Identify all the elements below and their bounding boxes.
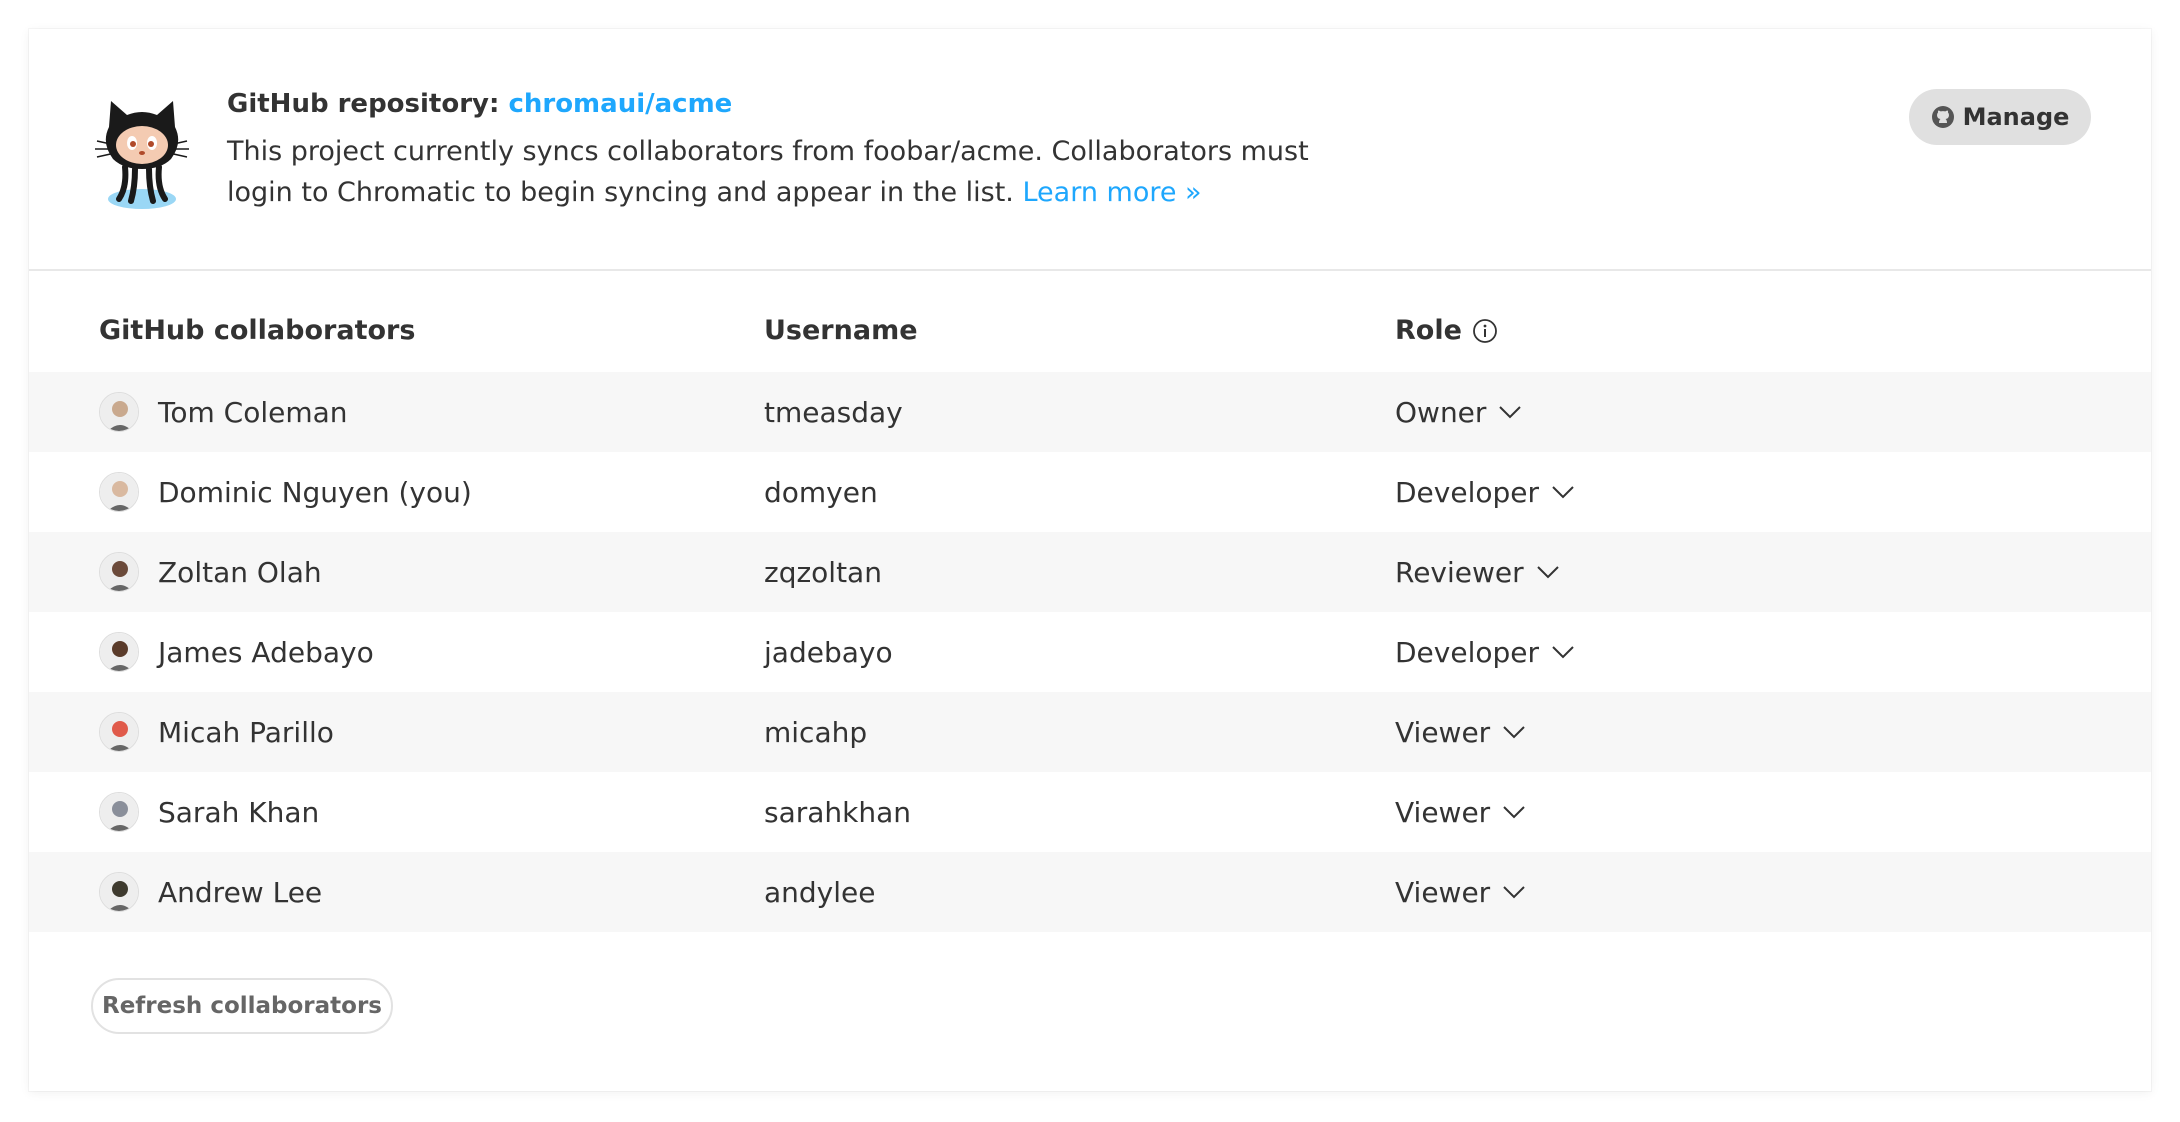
- table-row: Zoltan Olah zqzoltan Reviewer: [29, 532, 2151, 612]
- repo-description: This project currently syncs collaborato…: [227, 131, 1357, 213]
- avatar: [99, 632, 139, 672]
- collaborator-name: James Adebayo: [158, 635, 374, 669]
- avatar: [99, 472, 139, 512]
- avatar-image: [100, 633, 138, 671]
- role-value: Developer: [1395, 475, 1540, 509]
- avatar-face: [112, 641, 128, 657]
- role-dropdown[interactable]: Developer: [1395, 452, 1575, 532]
- refresh-collaborators-button[interactable]: Refresh collaborators: [91, 978, 393, 1034]
- collaborator-name: Dominic Nguyen (you): [158, 475, 472, 509]
- avatar-face: [112, 801, 128, 817]
- role-value: Viewer: [1395, 715, 1491, 749]
- role-value: Viewer: [1395, 875, 1491, 909]
- collaborator-name: Andrew Lee: [158, 875, 323, 909]
- role-value: Viewer: [1395, 795, 1491, 829]
- role-dropdown[interactable]: Viewer: [1395, 692, 1526, 772]
- avatar: [99, 392, 139, 432]
- role-dropdown[interactable]: Owner: [1395, 372, 1522, 452]
- avatar: [99, 712, 139, 752]
- chevron-down-icon: [1536, 566, 1559, 579]
- collaborator-username: sarahkhan: [764, 795, 912, 829]
- collaborators-card: GitHub repository: chromaui/acme This pr…: [29, 29, 2151, 1091]
- collaborator-name: Zoltan Olah: [158, 555, 322, 589]
- chevron-down-icon: [1503, 806, 1525, 819]
- chevron-down-icon: [1503, 726, 1525, 739]
- avatar-image: [100, 873, 138, 911]
- role-dropdown[interactable]: Viewer: [1395, 772, 1526, 852]
- column-header-role: Role: [1395, 315, 1498, 346]
- role-dropdown[interactable]: Viewer: [1395, 852, 1526, 932]
- column-header-username: Username: [764, 315, 918, 346]
- collaborator-username: jadebayo: [764, 635, 893, 669]
- repo-header: GitHub repository: chromaui/acme This pr…: [29, 29, 2151, 271]
- table-row: Dominic Nguyen (you) domyen Developer: [29, 452, 2151, 532]
- info-icon[interactable]: [1472, 318, 1498, 344]
- repo-link[interactable]: chromaui/acme: [508, 89, 732, 119]
- manage-button[interactable]: Manage: [1909, 89, 2091, 145]
- avatar-image: [100, 473, 138, 511]
- role-header-label: Role: [1395, 315, 1462, 346]
- avatar-image: [100, 793, 138, 831]
- table-row: Andrew Lee andylee Viewer: [29, 852, 2151, 932]
- role-dropdown[interactable]: Reviewer: [1395, 532, 1560, 612]
- octocat-icon: [95, 101, 189, 209]
- collaborator-username: domyen: [764, 475, 878, 509]
- chevron-down-icon: [1499, 406, 1522, 419]
- avatar-image: [100, 553, 138, 591]
- avatar-image: [100, 393, 138, 431]
- role-value: Owner: [1395, 395, 1487, 429]
- avatar: [99, 792, 139, 832]
- table-row: Sarah Khan sarahkhan Viewer: [29, 772, 2151, 852]
- collaborator-username: zqzoltan: [764, 555, 882, 589]
- collaborator-username: tmeasday: [764, 395, 903, 429]
- avatar-face: [112, 401, 128, 417]
- role-value: Developer: [1395, 635, 1540, 669]
- chevron-down-icon: [1552, 646, 1574, 659]
- column-header-collaborators: GitHub collaborators: [99, 315, 416, 346]
- learn-more-link[interactable]: Learn more »: [1022, 177, 1201, 208]
- collaborator-list: Tom Coleman tmeasday Owner Dominic Nguyen (…: [29, 372, 2151, 932]
- avatar-face: [112, 481, 128, 497]
- role-value: Reviewer: [1395, 555, 1524, 589]
- table-row: Micah Parillo micahp Viewer: [29, 692, 2151, 772]
- role-dropdown[interactable]: Developer: [1395, 612, 1575, 692]
- collaborator-name: Tom Coleman: [158, 395, 348, 429]
- avatar-face: [112, 561, 128, 577]
- manage-label: Manage: [1962, 103, 2070, 131]
- collaborator-username: micahp: [764, 715, 868, 749]
- chevron-down-icon: [1552, 486, 1574, 499]
- collaborator-username: andylee: [764, 875, 876, 909]
- avatar-face: [112, 881, 128, 897]
- avatar-face: [112, 721, 128, 737]
- table-row: Tom Coleman tmeasday Owner: [29, 372, 2151, 452]
- repo-title: GitHub repository: chromaui/acme: [227, 89, 732, 119]
- repo-label: GitHub repository:: [227, 89, 500, 119]
- table-row: James Adebayo jadebayo Developer: [29, 612, 2151, 692]
- github-icon: [1931, 106, 1954, 128]
- avatar-image: [100, 713, 138, 751]
- collaborator-name: Micah Parillo: [158, 715, 334, 749]
- avatar: [99, 872, 139, 912]
- table-header: GitHub collaborators Username Role: [29, 293, 2151, 373]
- chevron-down-icon: [1503, 886, 1525, 899]
- avatar: [99, 552, 139, 592]
- collaborator-name: Sarah Khan: [158, 795, 320, 829]
